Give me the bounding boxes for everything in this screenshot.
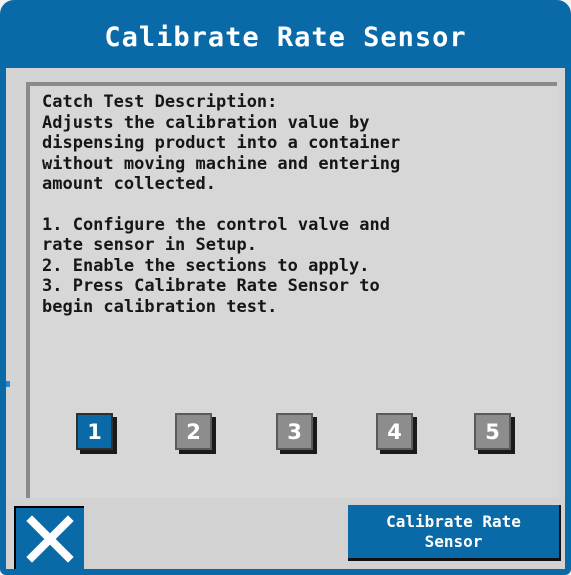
dialog-content: Catch Test Description: Adjusts the cali… — [6, 68, 565, 569]
close-button[interactable] — [14, 506, 84, 569]
section-5-button[interactable]: 5 — [474, 413, 511, 450]
section-3-button[interactable]: 3 — [276, 413, 313, 450]
description-heading: Catch Test Description: — [42, 92, 278, 112]
calibrate-dialog: Calibrate Rate Sensor Catch Test Descrip… — [0, 0, 571, 575]
step-3: 3. Press Calibrate Rate Sensor to begin … — [42, 276, 380, 317]
dialog-title: Calibrate Rate Sensor — [6, 6, 565, 68]
close-x-icon — [26, 514, 74, 563]
step-1: 1. Configure the control valve and rate … — [42, 214, 390, 256]
step-2: 2. Enable the sections to apply. — [42, 255, 370, 276]
action-bar: Calibrate Rate Sensor — [6, 498, 565, 569]
edge-indicator — [6, 381, 10, 387]
section-1-button[interactable]: 1 — [76, 413, 113, 450]
section-buttons: 1 2 3 4 5 — [6, 413, 565, 463]
calibrate-rate-sensor-button[interactable]: Calibrate Rate Sensor — [348, 505, 561, 561]
section-2-button[interactable]: 2 — [175, 413, 212, 450]
section-4-button[interactable]: 4 — [376, 413, 413, 450]
description-body: Adjusts the calibration value by dispens… — [42, 112, 401, 195]
